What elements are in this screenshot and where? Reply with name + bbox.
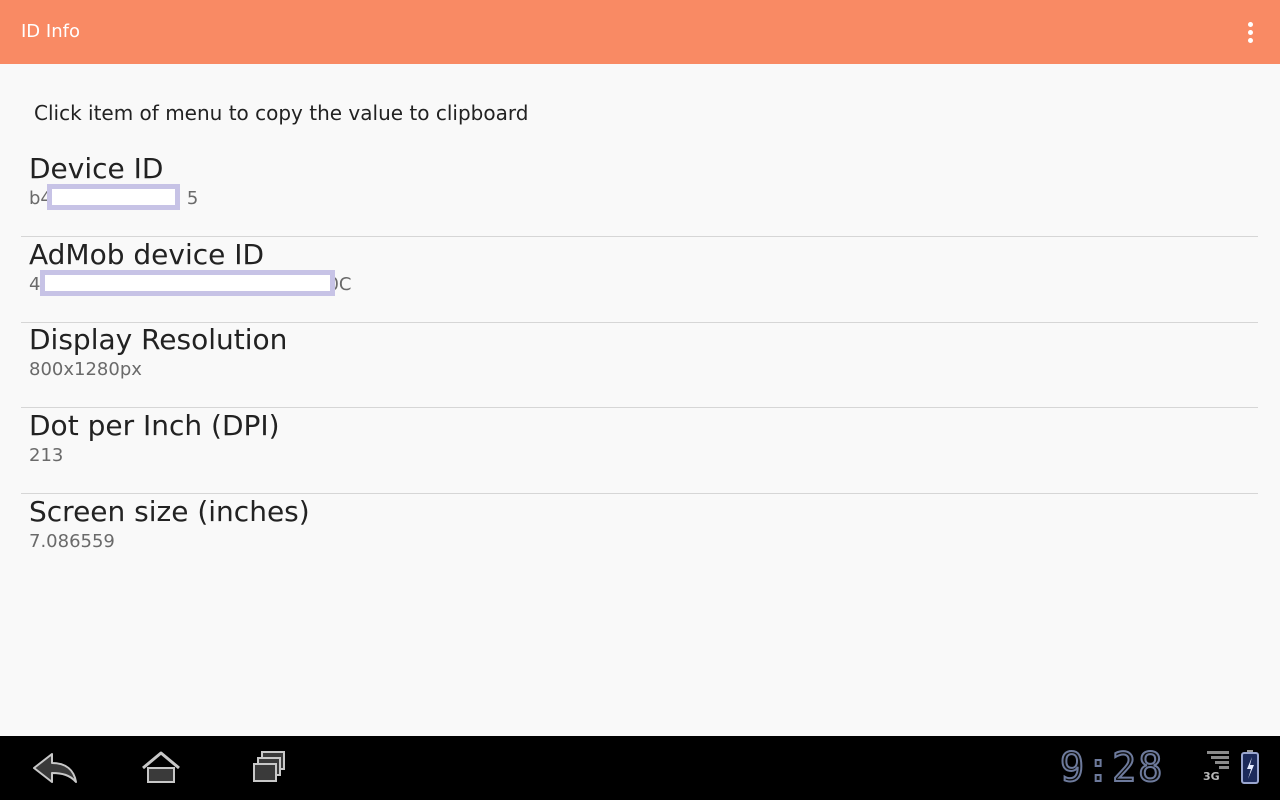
list-item-device-id[interactable]: Device ID b4 5 — [21, 151, 1258, 237]
home-button[interactable] — [133, 748, 189, 788]
redaction-box — [47, 184, 180, 210]
item-label: Device ID — [29, 152, 164, 185]
hint-text: Click item of menu to copy the value to … — [34, 101, 529, 125]
network-type-label: 3G — [1203, 770, 1220, 783]
item-value: 7.086559 — [29, 531, 115, 552]
overflow-menu-icon[interactable] — [1236, 14, 1266, 50]
system-nav-bar: 9:28 3G — [0, 736, 1280, 800]
list-item-admob-device-id[interactable]: AdMob device ID 4 0C — [21, 237, 1258, 323]
list-item-dpi[interactable]: Dot per Inch (DPI) 213 — [21, 408, 1258, 494]
battery-icon[interactable] — [1241, 750, 1259, 784]
home-icon — [142, 751, 180, 783]
item-value: 213 — [29, 445, 64, 466]
item-value-prefix: 4 — [29, 274, 41, 295]
signal-icon[interactable]: 3G — [1203, 748, 1231, 788]
list-item-display-resolution[interactable]: Display Resolution 800x1280px — [21, 322, 1258, 408]
item-label: Screen size (inches) — [29, 495, 310, 528]
item-value: 800x1280px — [29, 359, 142, 380]
back-button[interactable] — [26, 748, 82, 788]
recent-apps-button[interactable] — [240, 748, 296, 788]
list-item-screen-size[interactable]: Screen size (inches) 7.086559 — [21, 494, 1258, 580]
redaction-box — [40, 270, 335, 296]
app-title: ID Info — [21, 21, 80, 42]
status-clock[interactable]: 9:28 — [1059, 744, 1164, 792]
item-label: Display Resolution — [29, 323, 288, 356]
item-value-suffix: 5 — [186, 188, 199, 209]
content-area: Click item of menu to copy the value to … — [0, 64, 1280, 736]
recent-apps-icon — [253, 751, 285, 782]
item-label: Dot per Inch (DPI) — [29, 409, 280, 442]
item-label: AdMob device ID — [29, 238, 265, 271]
app-bar: ID Info — [0, 0, 1280, 64]
back-icon — [33, 753, 77, 783]
